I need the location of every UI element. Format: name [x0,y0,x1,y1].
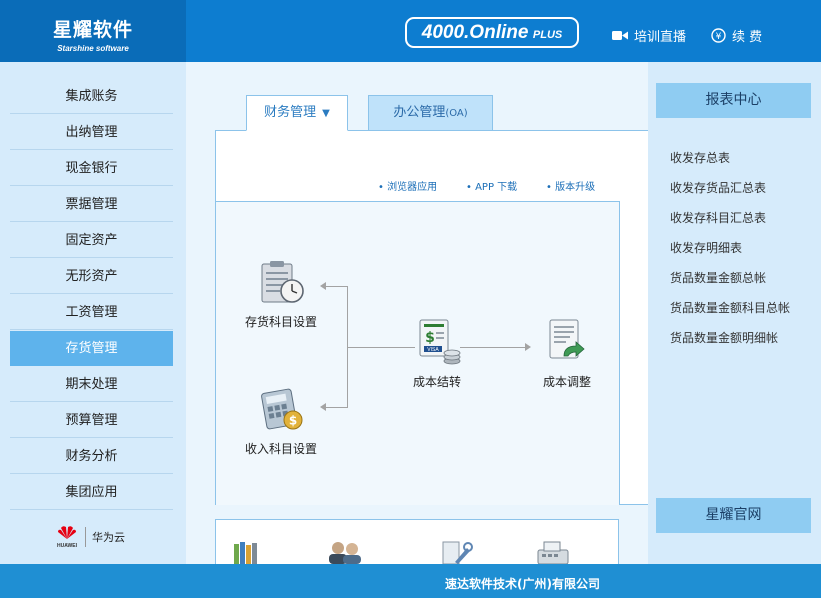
svg-text:VISA: VISA [427,347,439,353]
report-link[interactable]: 货品数量金额总帐 [670,269,766,286]
report-center-panel: 报表中心 收发存总表 收发存货品汇总表 收发存科目汇总表 收发存明细表 货品数量… [648,62,821,564]
cost-carryover-node[interactable]: $ VISA 成本结转 [392,318,482,390]
report-link[interactable]: 收发存科目汇总表 [670,209,766,226]
module-sidebar: 集成账务 出纳管理 现金银行 票据管理 固定资产 无形资产 工资管理 存货管理 … [0,62,186,564]
training-live-link[interactable]: 培训直播 [612,26,686,45]
sidebar-item-budget[interactable]: 预算管理 [10,403,173,438]
sidebar-item-financial-analysis[interactable]: 财务分析 [10,439,173,474]
calculator-dollar-icon: $ [261,388,303,430]
sidebar-item-cashier[interactable]: 出纳管理 [10,115,173,150]
yen-coin-icon: ¥ [711,28,726,43]
version-plus: PLUS [532,29,563,41]
official-site-button[interactable]: 星耀官网 [656,498,811,533]
shortcut-panel [215,519,619,564]
clipboard-clock-icon [261,261,304,303]
sidebar-item-period-end[interactable]: 期末处理 [10,367,173,402]
huawei-petal-icon [58,526,76,539]
report-link[interactable]: 货品数量金额明细帐 [670,329,778,346]
sidebar-item-cash-bank[interactable]: 现金银行 [10,151,173,186]
report-link[interactable]: 收发存货品汇总表 [670,179,766,196]
cost-adjust-node[interactable]: 成本调整 [522,318,612,390]
page-footer: 速达软件技术(广州)有限公司 [0,564,821,598]
cost-carryover-label: 成本结转 [412,375,461,389]
tab-office-label: 办公管理 [393,105,446,120]
huawei-logo: HUAWEI [55,524,79,549]
tab-office-suffix: (OA) [445,108,468,119]
invoice-coins-icon: $ VISA [419,319,461,365]
renew-link[interactable]: ¥ 续 费 [711,26,762,45]
report-link[interactable]: 收发存明细表 [670,239,742,256]
sidebar-item-inventory[interactable]: 存货管理 [10,331,173,366]
logo-subtitle: Starshine software [57,44,129,53]
inventory-subject-label: 存货科目设置 [244,315,317,329]
logo-title: 星耀软件 [52,19,133,41]
company-name: 速达软件技术(广州)有限公司 [445,577,600,591]
training-live-label: 培训直播 [634,30,687,45]
svg-text:$: $ [289,414,297,428]
inventory-flow-diagram: 存货科目设置 $ 收入科目设置 $ VISA 成本结转 成本调整 [216,201,620,505]
huawei-cloud-label: 华为云 [92,530,125,544]
sidebar-item-group-apps[interactable]: 集团应用 [10,475,173,510]
users-icon[interactable] [324,540,368,564]
tab-finance-label: 财务管理 [264,105,317,120]
cash-register-icon[interactable] [534,540,574,564]
browser-app-link[interactable]: 浏览器应用 [378,178,437,193]
report-center-title: 报表中心 [656,83,811,118]
sidebar-item-notes[interactable]: 票据管理 [10,187,173,222]
version-badge: 4000.Online PLUS [405,17,579,48]
document-refresh-icon [549,319,585,359]
video-camera-icon [612,30,628,41]
cost-adjust-label: 成本调整 [542,375,591,389]
svg-text:¥: ¥ [716,32,722,42]
huawei-wordmark: HUAWEI [57,543,77,549]
income-subject-label: 收入科目设置 [244,442,317,456]
sidebar-item-intangible-assets[interactable]: 无形资产 [10,259,173,294]
inventory-subject-setup-node[interactable]: 存货科目设置 [236,260,326,330]
sidebar-item-fixed-assets[interactable]: 固定资产 [10,223,173,258]
version-name: 4000.Online [421,22,529,43]
connector-line [326,286,348,287]
huawei-cloud-badge: HUAWEI 华为云 [55,524,125,549]
tab-office-management[interactable]: 办公管理(OA) [368,95,493,131]
books-icon[interactable] [232,540,262,564]
app-download-link[interactable]: APP 下载 [466,178,517,193]
tab-finance-management[interactable]: 财务管理 ▼ [246,95,348,131]
report-link[interactable]: 收发存总表 [670,149,730,166]
sidebar-item-payroll[interactable]: 工资管理 [10,295,173,330]
connector-line [326,407,348,408]
renew-label: 续 费 [732,30,763,45]
income-subject-setup-node[interactable]: $ 收入科目设置 [236,387,326,457]
report-link[interactable]: 货品数量金额科目总帐 [670,299,790,316]
caret-down-icon: ▼ [322,108,330,119]
tools-icon[interactable] [439,540,473,564]
brand-logo: 星耀软件 Starshine software [0,0,186,62]
top-header: 星耀软件 Starshine software 4000.Online PLUS… [0,0,821,62]
svg-text:$: $ [425,330,435,346]
finance-panel: 浏览器应用 APP 下载 版本升级 [215,130,648,505]
version-upgrade-link[interactable]: 版本升级 [546,178,595,193]
partner-divider [85,526,86,547]
sidebar-item-integrated-accounting[interactable]: 集成账务 [10,79,173,114]
main-workspace: 财务管理 ▼ 办公管理(OA) 浏览器应用 APP 下载 版本升级 [186,62,648,564]
